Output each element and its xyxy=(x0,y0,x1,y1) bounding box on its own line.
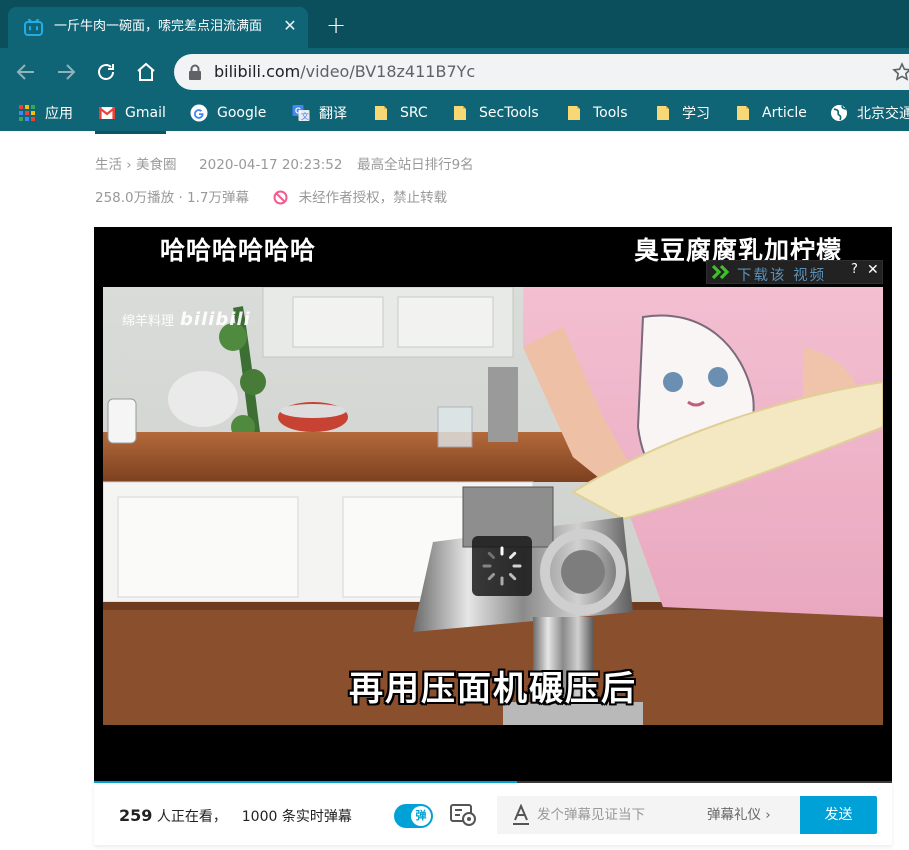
bookmark-src[interactable]: SRC xyxy=(373,95,428,131)
google-icon xyxy=(190,104,208,122)
bookmark-tools[interactable]: Tools xyxy=(566,95,628,131)
url-path: /video/BV18z411B7Yc xyxy=(300,62,476,81)
tab-close-icon[interactable]: ✕ xyxy=(280,16,300,36)
browser-tabstrip: 一斤牛肉一碗面，嗦完差点泪流满面 ✕ + xyxy=(0,0,909,48)
danmaku-settings-icon[interactable] xyxy=(450,803,477,827)
font-style-icon[interactable] xyxy=(511,804,531,826)
tab-title: 一斤牛肉一碗面，嗦完差点泪流满面 xyxy=(54,19,263,34)
browser-tab-active[interactable]: 一斤牛肉一碗面，嗦完差点泪流满面 ✕ xyxy=(8,7,308,48)
loading-spinner xyxy=(472,536,532,596)
danmaku-top-left-text: 哈哈哈哈哈哈 xyxy=(160,236,317,265)
bookmark-label: Tools xyxy=(593,105,628,121)
apps-grid-icon xyxy=(19,105,35,121)
close-icon[interactable]: ✕ xyxy=(867,262,879,278)
download-video-label[interactable]: 下载该 视频 xyxy=(737,264,826,285)
folder-icon xyxy=(375,106,387,120)
danmaku-input-container: 弹幕礼仪 › xyxy=(497,796,800,834)
realtime-danmaku-count: 1000 xyxy=(241,809,278,825)
spinner-icon xyxy=(482,546,522,586)
copyright-notice: 未经作者授权，禁止转载 xyxy=(298,190,448,206)
gmail-icon xyxy=(98,107,116,119)
bookmark-label: Article xyxy=(762,105,807,121)
lock-icon[interactable] xyxy=(188,64,202,80)
subcategory-link[interactable]: 美食圈 xyxy=(136,157,177,173)
realtime-danmaku-text: 条实时弹幕 xyxy=(281,809,352,825)
video-scene-image xyxy=(103,287,883,725)
viewer-stats: 259 人正在看， 1000 条实时弹幕 xyxy=(119,807,352,826)
video-frame[interactable]: 绵羊料理 bilibili 再用压面机碾压后 xyxy=(103,287,883,725)
rank-text[interactable]: 最高全站日排行9名 xyxy=(357,157,474,173)
video-stats-line: 258.0万播放 · 1.7万弹幕 未经作者授权，禁止转载 xyxy=(95,190,447,206)
video-watermark: 绵羊料理 bilibili xyxy=(122,309,251,330)
bookmark-google[interactable]: Google xyxy=(190,95,266,131)
bookmark-beijing-traffic[interactable]: 北京交通 xyxy=(830,95,909,131)
help-icon[interactable]: ? xyxy=(851,262,858,277)
bookmark-article[interactable]: Article xyxy=(735,95,807,131)
watermark-channel: 绵羊料理 xyxy=(122,314,175,329)
url-host: bilibili.com xyxy=(214,62,301,81)
bookmark-label: Gmail xyxy=(125,105,166,121)
video-meta-line: 生活 › 美食圈 2020-04-17 20:23:52 最高全站日排行9名 xyxy=(95,157,474,173)
send-danmaku-button[interactable]: 发送 xyxy=(800,796,877,834)
video-player[interactable]: 哈哈哈哈哈哈 臭豆腐腐乳加柠檬 下载该 视频 ? ✕ 绵羊料理 bilibili… xyxy=(94,227,892,783)
category-link[interactable]: 生活 xyxy=(95,157,122,173)
folder-icon xyxy=(737,106,749,120)
bookmark-label: 翻译 xyxy=(319,106,347,122)
bilibili-favicon-icon xyxy=(24,19,43,36)
danmaku-toggle-label: 弹 xyxy=(411,806,431,826)
bookmark-study[interactable]: 学习 xyxy=(655,95,710,131)
address-bar[interactable]: bilibili.com/video/BV18z411B7Yc xyxy=(174,54,909,90)
bookmarks-bar: 应用 Gmail Google G 文 翻译 SRC SecTools Tool… xyxy=(0,95,909,131)
forward-arrow-icon[interactable] xyxy=(54,60,78,84)
watermark-bilibili-logo: bilibili xyxy=(180,309,251,330)
browser-toolbar: bilibili.com/video/BV18z411B7Yc xyxy=(0,48,909,95)
danmaku-input[interactable] xyxy=(537,805,707,825)
new-tab-plus-icon[interactable]: + xyxy=(324,13,348,38)
bookmark-gmail[interactable]: Gmail xyxy=(98,95,166,131)
bookmark-label: 学习 xyxy=(682,106,710,122)
folder-icon xyxy=(568,106,580,120)
bookmark-label: 北京交通 xyxy=(857,106,909,122)
danmaku-count: 1.7万弹幕 xyxy=(187,190,250,206)
danmaku-etiquette-link[interactable]: 弹幕礼仪 › xyxy=(707,806,771,824)
globe-icon xyxy=(831,105,847,121)
bookmark-label: SecTools xyxy=(479,105,539,121)
folder-icon xyxy=(454,106,466,120)
bookmark-translate[interactable]: G 文 翻译 xyxy=(292,95,347,131)
double-chevron-right-icon xyxy=(711,264,730,280)
back-arrow-icon[interactable] xyxy=(14,60,38,84)
video-subtitle: 再用压面机碾压后 xyxy=(349,669,637,709)
page-tab-underline xyxy=(95,131,166,134)
bookmark-star-icon[interactable] xyxy=(892,62,909,82)
publish-datetime: 2020-04-17 20:23:52 xyxy=(199,157,343,173)
danmaku-send-bar: 259 人正在看， 1000 条实时弹幕 弹 弹幕礼仪 › 发送 xyxy=(94,783,892,845)
play-count: 258.0万播放 xyxy=(95,190,175,206)
stats-dot: · xyxy=(178,190,183,206)
danmaku-toggle[interactable]: 弹 xyxy=(394,804,433,828)
translate-icon: G 文 xyxy=(292,105,310,121)
download-video-bar[interactable]: 下载该 视频 ? ✕ xyxy=(706,260,883,284)
no-repost-icon xyxy=(273,190,288,205)
bookmark-apps[interactable]: 应用 xyxy=(18,95,73,131)
viewers-text: 人正在看， xyxy=(156,809,227,825)
url-text[interactable]: bilibili.com/video/BV18z411B7Yc xyxy=(214,63,475,81)
bookmark-label: SRC xyxy=(400,105,428,121)
bookmark-label: Google xyxy=(217,105,267,121)
reload-icon[interactable] xyxy=(94,60,118,84)
folder-icon xyxy=(657,106,669,120)
viewers-count: 259 xyxy=(119,806,153,825)
home-icon[interactable] xyxy=(134,60,158,84)
svg-text:文: 文 xyxy=(301,111,309,121)
bookmark-sectools[interactable]: SecTools xyxy=(452,95,539,131)
breadcrumb-separator: › xyxy=(126,157,132,173)
bookmark-label: 应用 xyxy=(45,106,73,122)
